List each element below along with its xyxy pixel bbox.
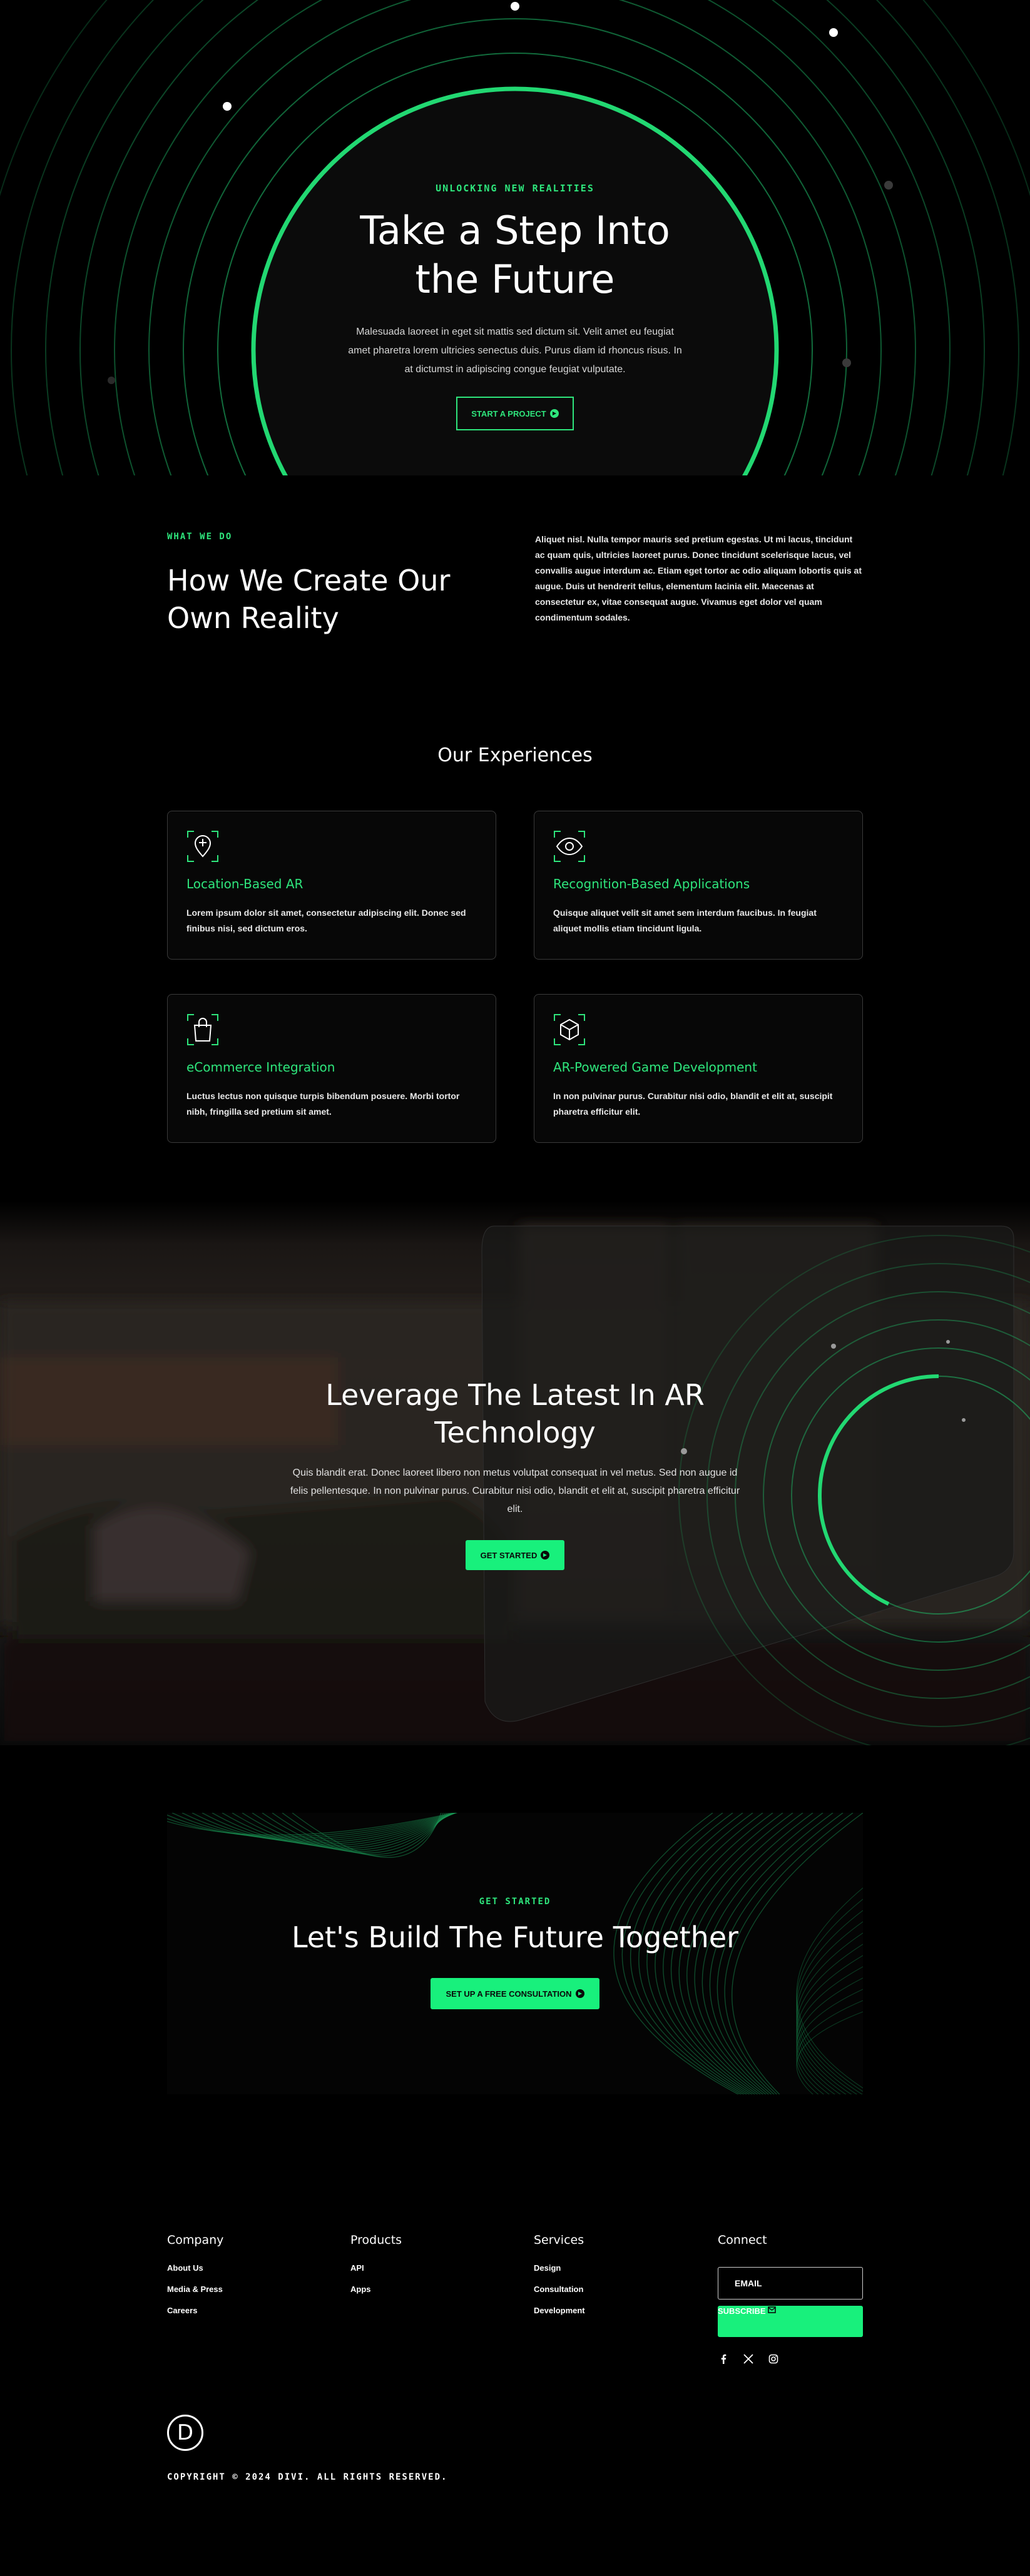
shopping-bag-icon	[187, 1014, 218, 1045]
card-body: Lorem ipsum dolor sit amet, consectetur …	[186, 908, 466, 933]
experience-card-location: Location-Based AR Lorem ipsum dolor sit …	[167, 811, 496, 960]
social-links	[718, 2353, 779, 2365]
what-we-do-title: How We Create Our Own Reality	[167, 564, 451, 635]
footer-heading: Services	[534, 2233, 584, 2247]
experience-card-game: AR-Powered Game Development In non pulvi…	[534, 994, 863, 1143]
hero-title-text: Take a Step Into the Future	[360, 208, 670, 302]
footer-company-column: Company About Us Media & Press Careers	[167, 2233, 223, 2327]
start-project-button[interactable]: START A PROJECT	[456, 397, 574, 430]
experience-card-ecommerce: eCommerce Integration Luctus lectus non …	[167, 994, 496, 1143]
hero-eyebrow: UNLOCKING NEW REALITIES	[436, 183, 594, 194]
hero-section: UNLOCKING NEW REALITIES Take a Step Into…	[0, 0, 1030, 479]
get-started-section: GET STARTED Let's Build The Future Toget…	[167, 1813, 863, 2094]
page: UNLOCKING NEW REALITIES Take a Step Into…	[0, 0, 1030, 2576]
subscribe-label: SUBSCRIBE	[718, 2306, 766, 2316]
card-title: AR-Powered Game Development	[553, 1060, 757, 1075]
instagram-icon[interactable]	[768, 2353, 779, 2365]
get-started-eyebrow: GET STARTED	[479, 1897, 551, 1907]
footer-link-design[interactable]: Design	[534, 2263, 585, 2273]
location-pin-icon	[187, 831, 218, 862]
footer-link-apps[interactable]: Apps	[350, 2284, 402, 2294]
experience-card-recognition: Recognition-Based Applications Quisque a…	[534, 811, 863, 960]
get-started-button[interactable]: GET STARTED	[466, 1540, 564, 1570]
footer-products-column: Products API Apps	[350, 2233, 402, 2306]
leverage-body: Quis blandit erat. Donec laoreet libero …	[290, 1468, 740, 1514]
free-consultation-button[interactable]: SET UP A FREE CONSULTATION	[431, 1978, 599, 2009]
email-field[interactable]	[718, 2267, 863, 2300]
x-icon[interactable]	[743, 2353, 754, 2365]
footer-heading: Company	[167, 2233, 224, 2247]
footer-link-careers[interactable]: Careers	[167, 2306, 223, 2315]
card-title: Recognition-Based Applications	[553, 876, 750, 891]
logo-letter: D	[176, 2420, 194, 2445]
footer-link-media[interactable]: Media & Press	[167, 2284, 223, 2294]
footer-link-api[interactable]: API	[350, 2263, 402, 2273]
free-consultation-label: SET UP A FREE CONSULTATION	[446, 1989, 572, 1999]
card-body: In non pulvinar purus. Curabitur nisi od…	[553, 1091, 833, 1117]
start-project-label: START A PROJECT	[471, 408, 546, 418]
facebook-icon[interactable]	[718, 2353, 729, 2365]
footer-heading: Products	[350, 2233, 402, 2247]
hero-title: Take a Step Into the Future	[0, 206, 1030, 304]
footer-services-column: Services Design Consultation Development	[534, 2233, 585, 2327]
mail-icon	[768, 2306, 777, 2313]
footer-link-development[interactable]: Development	[534, 2306, 585, 2315]
what-we-do-section: WHAT WE DO How We Create Our Own Reality…	[167, 532, 863, 635]
arrow-circle-icon	[541, 1551, 550, 1559]
copyright-text: COPYRIGHT © 2024 DIVI. ALL RIGHTS RESERV…	[167, 2472, 448, 2482]
footer-heading: Connect	[718, 2233, 767, 2247]
divi-logo[interactable]: D	[167, 2415, 203, 2451]
subscribe-button[interactable]: SUBSCRIBE	[718, 2306, 863, 2337]
footer-link-about[interactable]: About Us	[167, 2263, 223, 2273]
card-title: eCommerce Integration	[186, 1060, 335, 1075]
footer-connect-column: Connect SUBSCRIBE	[718, 2233, 863, 2377]
leverage-title: Leverage The Latest In AR Technology	[0, 1376, 1030, 1451]
eye-scan-icon	[554, 831, 585, 862]
card-title: Location-Based AR	[186, 876, 303, 891]
card-body: Luctus lectus non quisque turpis bibendu…	[186, 1091, 460, 1117]
cube-icon	[554, 1014, 585, 1045]
footer-link-consultation[interactable]: Consultation	[534, 2284, 585, 2294]
hero-body: Malesuada laoreet in eget sit mattis sed…	[348, 327, 682, 375]
leverage-title-text: Leverage The Latest In AR Technology	[325, 1378, 705, 1449]
arrow-circle-icon	[575, 1989, 584, 1998]
leverage-section: Leverage The Latest In AR Technology Qui…	[0, 1201, 1030, 1745]
get-started-label: GET STARTED	[480, 1550, 538, 1560]
what-we-do-body: Aliquet nisl. Nulla tempor mauris sed pr…	[535, 534, 862, 622]
get-started-title: Let's Build The Future Together	[291, 1920, 739, 1954]
card-body: Quisque aliquet velit sit amet sem inter…	[553, 908, 817, 933]
experiences-title: Our Experiences	[437, 744, 593, 766]
arrow-circle-icon	[549, 409, 559, 418]
